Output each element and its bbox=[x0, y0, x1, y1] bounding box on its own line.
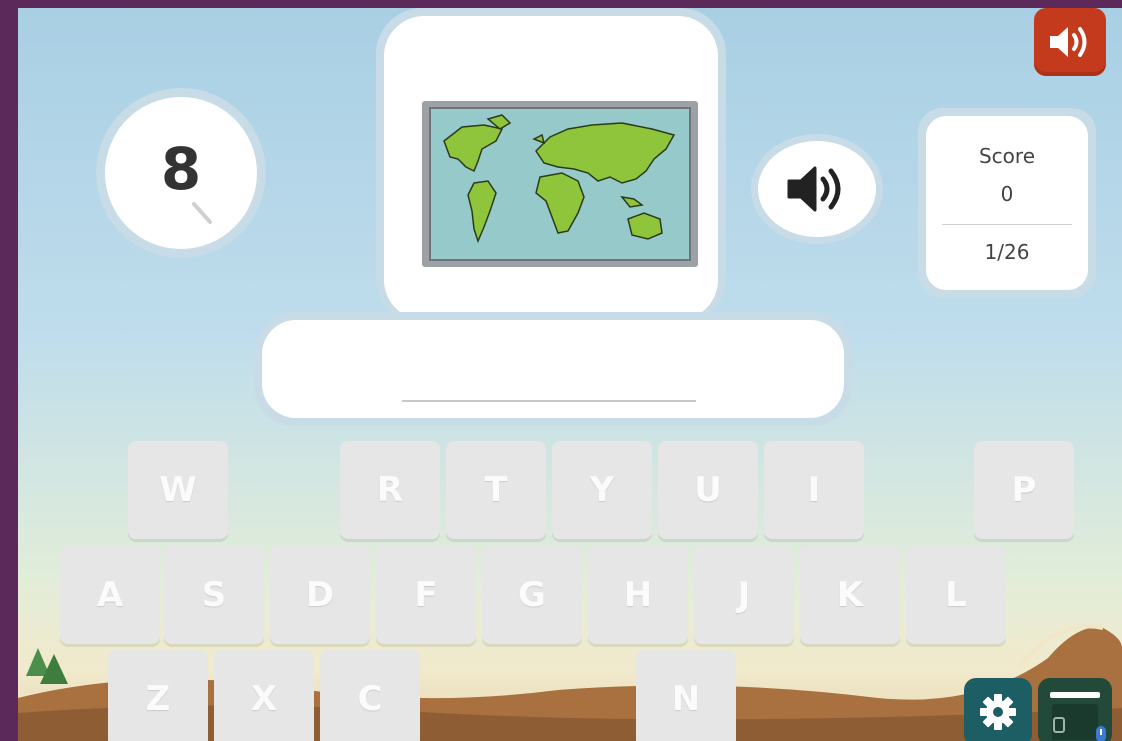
key-u[interactable]: U bbox=[658, 441, 758, 539]
key-y[interactable]: Y bbox=[552, 441, 652, 539]
key-x[interactable]: X bbox=[214, 650, 314, 741]
key-r[interactable]: R bbox=[340, 441, 440, 539]
question-progress: 1/26 bbox=[984, 240, 1030, 264]
key-f[interactable]: F bbox=[376, 546, 476, 644]
score-label: Score bbox=[978, 144, 1035, 168]
answer-box bbox=[254, 312, 852, 426]
key-a[interactable]: A bbox=[60, 546, 160, 644]
key-d[interactable]: D bbox=[270, 546, 370, 644]
key-z[interactable]: Z bbox=[108, 650, 208, 741]
key-n[interactable]: N bbox=[636, 650, 736, 741]
timer: 8 bbox=[96, 88, 266, 258]
speaker-icon bbox=[787, 166, 841, 212]
score-panel: Score 0 1/26 bbox=[918, 108, 1096, 298]
hat-button[interactable] bbox=[1038, 678, 1112, 741]
key-t[interactable]: T bbox=[446, 441, 546, 539]
key-k[interactable]: K bbox=[800, 546, 900, 644]
key-p[interactable]: P bbox=[974, 441, 1074, 539]
key-l[interactable]: L bbox=[906, 546, 1006, 644]
world-map-icon bbox=[422, 101, 698, 267]
game-stage: 8 Score 0 1/26 W R T Y U I P A S D F G H… bbox=[18, 8, 1122, 741]
score-divider bbox=[942, 224, 1072, 225]
key-i[interactable]: I bbox=[764, 441, 864, 539]
settings-button[interactable] bbox=[964, 678, 1032, 741]
score-value: 0 bbox=[1000, 182, 1014, 206]
key-g[interactable]: G bbox=[482, 546, 582, 644]
answer-input bbox=[402, 400, 696, 402]
key-w[interactable]: W bbox=[128, 441, 228, 539]
prompt-card bbox=[376, 8, 726, 324]
key-h[interactable]: H bbox=[588, 546, 688, 644]
play-audio-button[interactable] bbox=[751, 134, 883, 244]
key-c[interactable]: C bbox=[320, 650, 420, 741]
key-j[interactable]: J bbox=[694, 546, 794, 644]
gear-icon bbox=[980, 694, 1016, 730]
hat-icon bbox=[1050, 692, 1106, 741]
sound-toggle-button[interactable] bbox=[1034, 8, 1106, 76]
timer-value: 8 bbox=[160, 135, 202, 203]
key-s[interactable]: S bbox=[164, 546, 264, 644]
speaker-icon bbox=[1050, 27, 1087, 57]
